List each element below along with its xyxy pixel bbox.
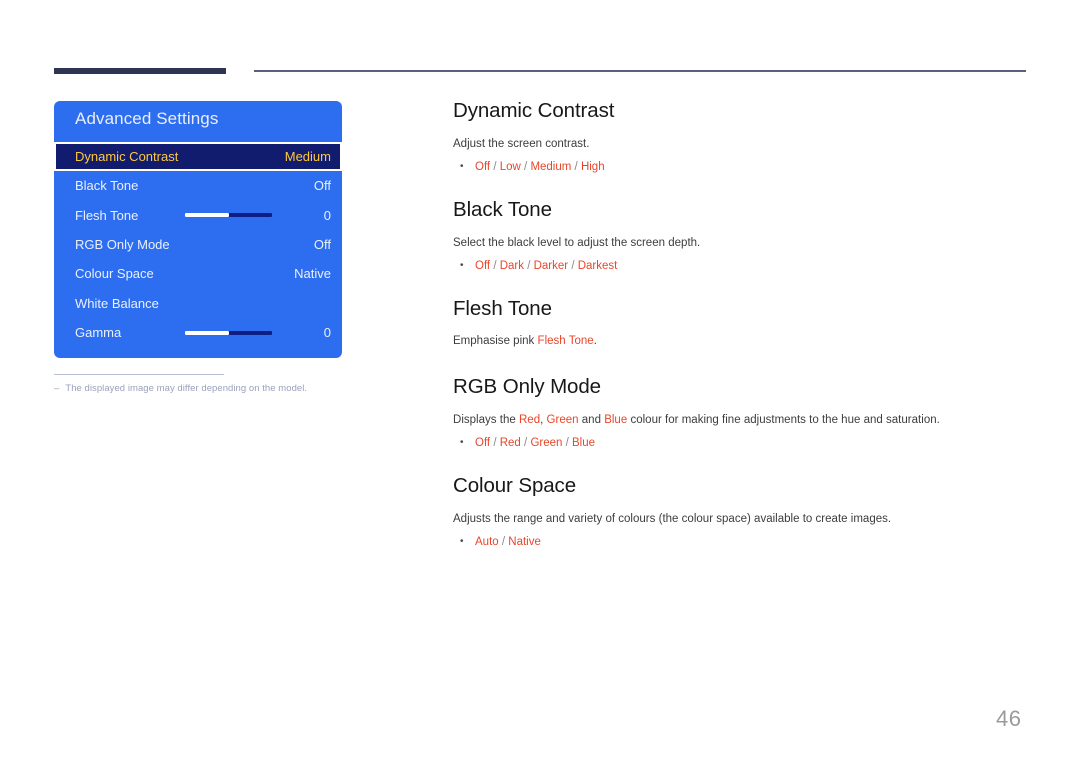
doc-option-value: High bbox=[580, 161, 605, 174]
osd-row[interactable]: Flesh Tone 0 bbox=[54, 200, 342, 229]
doc-section-heading: RGB Only Mode bbox=[453, 375, 601, 399]
doc-option-value: Off bbox=[475, 260, 491, 273]
footnote: ‒ The displayed image may differ dependin… bbox=[54, 383, 307, 394]
header-rule-thin bbox=[254, 70, 1026, 72]
page-number: 46 bbox=[996, 706, 1022, 731]
doc-option-value: Green bbox=[530, 437, 563, 450]
doc-accent-term: Red bbox=[518, 413, 541, 426]
bullet-icon: • bbox=[460, 260, 464, 272]
page-root: Advanced Settings Dynamic Contrast Medium… bbox=[0, 0, 1080, 763]
doc-option-value: Dark bbox=[499, 260, 525, 273]
doc-option-value: Medium bbox=[530, 161, 572, 174]
option-separator: / bbox=[490, 260, 500, 273]
osd-row-label: Dynamic Contrast bbox=[75, 149, 179, 164]
doc-text-run: Select the black level to adjust the scr… bbox=[453, 236, 701, 249]
osd-row[interactable]: Colour Space Native bbox=[54, 259, 342, 288]
option-separator: / bbox=[520, 161, 531, 174]
doc-section-heading: Dynamic Contrast bbox=[453, 99, 615, 122]
osd-row-value: Medium bbox=[284, 149, 331, 164]
doc-section-options: • Off / Low / Medium / High bbox=[453, 159, 1028, 176]
footnote-text: The displayed image may differ depending… bbox=[65, 383, 308, 394]
footnote-dash: ‒ bbox=[54, 383, 60, 394]
doc-option-value: Darker bbox=[533, 260, 569, 273]
osd-slider-fill bbox=[185, 330, 229, 335]
osd-row-list: Dynamic Contrast Medium Black Tone Off Flesh… bbox=[54, 142, 342, 347]
doc-text-run: colour for making fine adjustments to th… bbox=[627, 413, 940, 426]
doc-section-description: Adjusts the range and variety of colours… bbox=[453, 511, 1028, 528]
osd-row-label: Gamma bbox=[75, 325, 122, 341]
option-separator: / bbox=[562, 437, 572, 450]
doc-option-value: Native bbox=[508, 536, 541, 549]
option-separator: / bbox=[524, 260, 534, 273]
option-separator: / bbox=[490, 437, 500, 450]
doc-text-run: Emphasise pink bbox=[453, 335, 538, 348]
option-separator: / bbox=[490, 161, 500, 174]
doc-option-value: Off bbox=[475, 437, 491, 450]
option-separator: / bbox=[520, 437, 531, 450]
doc-section-description: Adjust the screen contrast. bbox=[453, 136, 1028, 153]
doc-section-heading: Flesh Tone bbox=[453, 296, 552, 320]
doc-text-run: . bbox=[593, 335, 597, 348]
doc-option-value: Blue bbox=[572, 437, 596, 450]
header-rule-thick bbox=[54, 68, 226, 74]
doc-section-heading: Colour Space bbox=[453, 474, 577, 498]
doc-section: Dynamic Contrast Adjust the screen contra… bbox=[453, 99, 1028, 176]
doc-option-value: Red bbox=[499, 437, 521, 450]
doc-section-description: Displays the Red, Green and Blue colour … bbox=[453, 412, 1028, 429]
doc-section: Black Tone Select the black level to adju… bbox=[453, 198, 1028, 275]
osd-row[interactable]: Dynamic Contrast Medium bbox=[54, 142, 342, 171]
content-sections: Dynamic Contrast Adjust the screen contra… bbox=[453, 99, 1028, 573]
doc-text-run: Adjust the screen contrast. bbox=[453, 137, 590, 150]
osd-row-label: White Balance bbox=[75, 295, 159, 311]
osd-row-value: Off bbox=[313, 178, 331, 194]
bullet-icon: • bbox=[460, 437, 464, 449]
osd-row-label: Colour Space bbox=[75, 266, 154, 282]
doc-section-options: • Off / Red / Green / Blue bbox=[453, 435, 1028, 452]
doc-text-run: and bbox=[578, 413, 605, 426]
doc-section-options: • Off / Dark / Darker / Darkest bbox=[453, 258, 1028, 275]
osd-row-value: Off bbox=[313, 236, 331, 252]
doc-section-options: • Auto / Native bbox=[453, 534, 1028, 551]
osd-row-label: Black Tone bbox=[75, 178, 139, 194]
doc-section-description: Select the black level to adjust the scr… bbox=[453, 235, 1028, 252]
doc-accent-term: Flesh Tone bbox=[537, 335, 594, 348]
osd-row-label: Flesh Tone bbox=[75, 207, 139, 223]
doc-text-run: Adjusts the range and variety of colours… bbox=[453, 512, 892, 525]
doc-accent-term: Green bbox=[546, 413, 579, 426]
doc-accent-term: Blue bbox=[604, 413, 628, 426]
osd-row-slider[interactable] bbox=[185, 213, 272, 218]
option-separator: / bbox=[498, 536, 509, 549]
doc-section: Flesh Tone Emphasise pink Flesh Tone. bbox=[453, 297, 1028, 350]
osd-row-value: 0 bbox=[323, 325, 331, 341]
osd-row-label: RGB Only Mode bbox=[75, 236, 170, 252]
osd-row[interactable]: RGB Only Mode Off bbox=[54, 230, 342, 259]
doc-option-value: Auto bbox=[475, 536, 499, 549]
doc-text-run: Displays the bbox=[453, 413, 519, 426]
osd-row-value: 0 bbox=[323, 207, 331, 223]
osd-advanced-settings-panel: Advanced Settings Dynamic Contrast Medium… bbox=[54, 101, 342, 358]
doc-option-value: Off bbox=[475, 161, 491, 174]
bullet-icon: • bbox=[460, 161, 464, 173]
osd-row[interactable]: White Balance bbox=[54, 289, 342, 318]
osd-row[interactable]: Gamma 0 bbox=[54, 318, 342, 347]
doc-section-description: Emphasise pink Flesh Tone. bbox=[453, 333, 1028, 350]
doc-section: Colour Space Adjusts the range and variet… bbox=[453, 474, 1028, 551]
osd-row-value: Native bbox=[294, 266, 331, 282]
doc-section-heading: Black Tone bbox=[453, 197, 552, 221]
footnote-divider bbox=[54, 374, 224, 375]
doc-option-value: Darkest bbox=[577, 260, 618, 273]
osd-slider-fill bbox=[185, 213, 229, 218]
osd-row-slider[interactable] bbox=[185, 330, 272, 335]
option-separator: / bbox=[571, 161, 581, 174]
doc-section: RGB Only Mode Displays the Red, Green and… bbox=[453, 375, 1028, 452]
osd-row[interactable]: Black Tone Off bbox=[54, 171, 342, 200]
doc-option-value: Low bbox=[499, 161, 521, 174]
option-separator: / bbox=[568, 260, 578, 273]
osd-panel-title: Advanced Settings bbox=[75, 109, 219, 128]
bullet-icon: • bbox=[460, 536, 464, 548]
